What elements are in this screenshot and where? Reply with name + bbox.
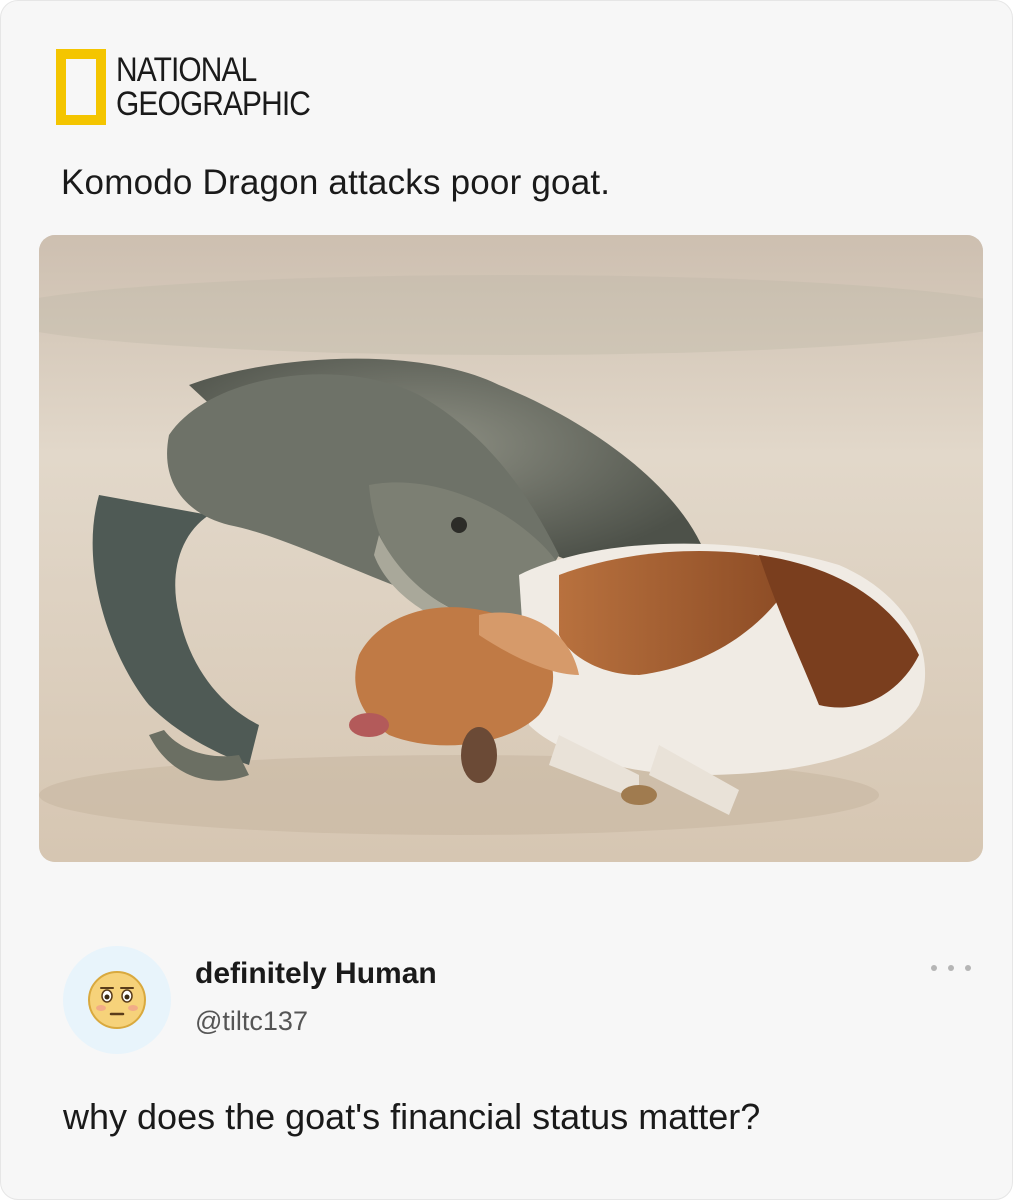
komodo-goat-image: [39, 235, 983, 862]
post-card: NATIONAL GEOGRAPHIC Komodo Dragon attack…: [0, 0, 1013, 1200]
more-dots-icon[interactable]: [931, 958, 971, 978]
flushed-face-emoji-icon: [88, 971, 146, 1029]
reply-avatar[interactable]: [63, 946, 171, 1054]
reply-text: why does the goat's financial status mat…: [63, 1096, 761, 1137]
post-title: Komodo Dragon attacks poor goat.: [61, 163, 611, 202]
brand-name: NATIONAL GEOGRAPHIC: [116, 51, 311, 123]
reply-handle[interactable]: @tiltc137: [195, 1006, 308, 1037]
reply-display-name[interactable]: definitely Human: [195, 957, 437, 991]
brand-line-2: GEOGRAPHIC: [116, 85, 311, 123]
post-photo[interactable]: [39, 235, 983, 862]
dot: [931, 965, 937, 971]
dot: [948, 965, 954, 971]
national-geographic-logo-icon: [56, 49, 106, 125]
national-geographic-header: NATIONAL GEOGRAPHIC: [56, 46, 336, 128]
brand-line-1: NATIONAL: [116, 51, 257, 89]
dot: [965, 965, 971, 971]
